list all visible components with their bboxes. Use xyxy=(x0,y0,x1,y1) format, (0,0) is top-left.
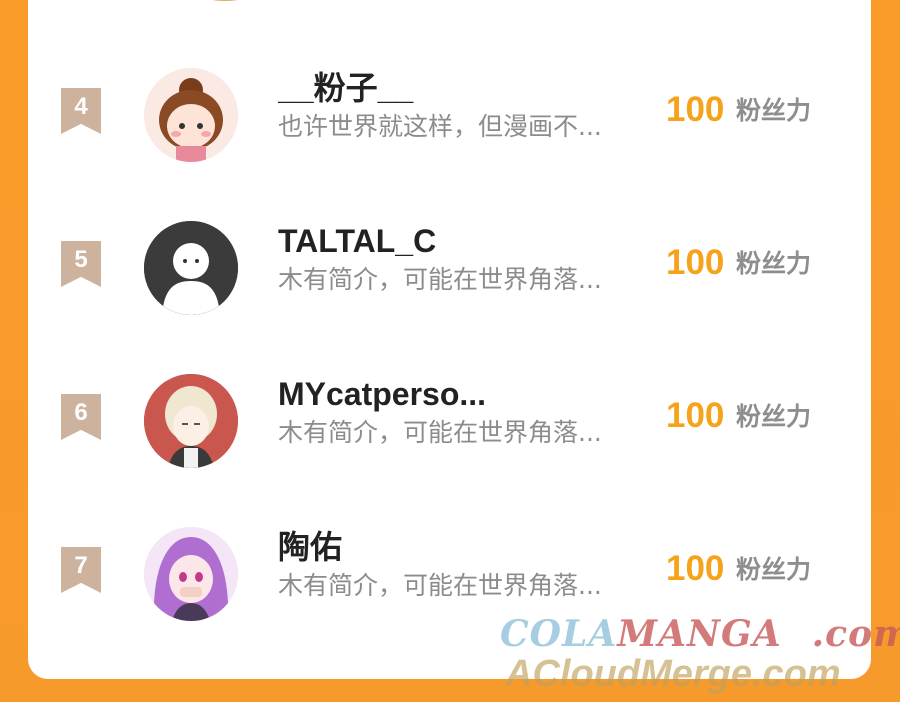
watermark-text: COLA xyxy=(500,613,618,655)
fan-power-score: 100 xyxy=(666,90,725,129)
fan-power-label: 粉丝力 xyxy=(736,249,812,278)
watermark: COLAMANGA .com xyxy=(500,613,900,655)
fan-power-score: 100 xyxy=(666,243,725,282)
user-name[interactable]: MYcatperso... xyxy=(278,374,658,414)
user-bio: 木有简介，可能在世界角落... xyxy=(278,418,602,447)
avatar[interactable] xyxy=(144,221,238,315)
user-bio: 木有简介，可能在世界角落... xyxy=(278,265,602,294)
user-name[interactable]: __粉子__ xyxy=(278,68,658,108)
avatar[interactable] xyxy=(144,68,238,162)
ranking-row[interactable]: 5 TALTAL_C 木有简介，可能在世界角落... 100 粉丝力 xyxy=(28,221,871,331)
ranking-row[interactable]: 6 MYcatperso... 木有简介，可能在世界角落... 100 粉丝力 xyxy=(28,374,871,484)
watermark-text: MANGA xyxy=(617,613,782,655)
watermark-text: .com xyxy=(811,613,900,655)
fan-power-label: 粉丝力 xyxy=(736,555,812,584)
watermark: ACloudMerge.com xyxy=(505,653,841,695)
fan-power-score: 100 xyxy=(666,396,725,435)
rank-badge: 6 xyxy=(61,394,101,440)
fan-power-score: 100 xyxy=(666,549,725,588)
ranking-row[interactable]: 4 __粉子__ 也许世界就这样，但漫画不... 100 粉丝力 xyxy=(28,68,871,178)
user-name[interactable]: TALTAL_C xyxy=(278,221,658,261)
avatar[interactable] xyxy=(144,527,238,621)
fan-power-label: 粉丝力 xyxy=(736,402,812,431)
fan-power-label: 粉丝力 xyxy=(736,96,812,125)
user-name[interactable]: 陶佑 xyxy=(278,527,658,567)
rank-badge: 4 xyxy=(61,88,101,134)
user-bio: 木有简介，可能在世界角落... xyxy=(278,571,602,600)
rank-badge: 7 xyxy=(61,547,101,593)
ranking-card: 4 __粉子__ 也许世界就这样，但漫画不... 100 粉丝力 5 TALTA… xyxy=(28,0,871,679)
avatar-partial[interactable] xyxy=(176,0,274,1)
rank-badge: 5 xyxy=(61,241,101,287)
avatar[interactable] xyxy=(144,374,238,468)
user-bio: 也许世界就这样，但漫画不... xyxy=(278,112,602,141)
